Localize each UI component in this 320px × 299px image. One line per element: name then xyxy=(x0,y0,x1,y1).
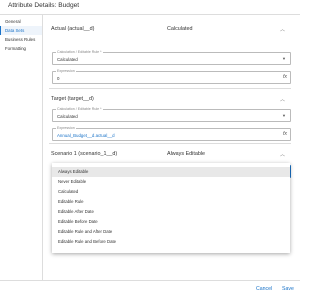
section-status: Calculated xyxy=(167,26,193,32)
rule-select-target[interactable]: Calculation / Editable Rule * Calculated… xyxy=(52,107,291,122)
section-scenario-header[interactable]: Scenario 1 (scenario_1__d) Always Editab… xyxy=(49,150,291,162)
divider xyxy=(49,143,291,144)
fx-icon[interactable]: fx xyxy=(283,131,287,137)
rule-select-actual[interactable]: Calculation / Editable Rule * Calculated… xyxy=(52,50,291,65)
chevron-up-icon[interactable]: ︿ xyxy=(280,96,285,103)
fx-icon[interactable]: fx xyxy=(283,74,287,80)
field-value: Annual_Budget__d.actual__d xyxy=(57,132,115,138)
sidebar-item-data-sets[interactable]: Data Sets xyxy=(0,26,42,35)
section-status: Always Editable xyxy=(167,151,206,157)
section-target-header[interactable]: Target (target__d) ︿ xyxy=(49,95,291,107)
field-label: Calculation / Editable Rule * xyxy=(56,107,103,112)
option-always-editable[interactable]: Always Editable xyxy=(52,167,290,177)
sidebar-item-general[interactable]: General xyxy=(0,17,42,26)
field-label: Calculation / Editable Rule * xyxy=(56,50,103,55)
field-value: Calculated xyxy=(57,56,78,62)
expression-field-target[interactable]: Expression Annual_Budget__d.actual__d fx xyxy=(52,126,291,141)
cancel-button[interactable]: Cancel xyxy=(256,286,272,292)
option-editable-before-date[interactable]: Editable Before Date xyxy=(52,217,290,227)
section-title: Target (target__d) xyxy=(51,96,94,102)
section-title: Actual (actual__d) xyxy=(51,26,95,32)
option-editable-rule-and-before-date[interactable]: Editable Rule and Before Date xyxy=(52,237,290,247)
save-button[interactable]: Save xyxy=(282,286,294,292)
option-editable-rule[interactable]: Editable Rule xyxy=(52,197,290,207)
dialog-title: Attribute Details: Budget xyxy=(8,2,80,9)
field-label: Expression xyxy=(56,69,76,74)
field-value: 0 xyxy=(57,75,60,81)
sidebar-item-formatting[interactable]: Formatting xyxy=(0,44,42,53)
section-title: Scenario 1 (scenario_1__d) xyxy=(51,151,118,157)
expression-field-actual[interactable]: Expression 0 fx xyxy=(52,69,291,84)
option-editable-rule-and-after-date[interactable]: Editable Rule and After Date xyxy=(52,227,290,237)
field-label: Expression xyxy=(56,126,76,131)
sidebar-item-business-rules[interactable]: Business Rules xyxy=(0,35,42,44)
rule-dropdown-menu: Always Editable Never Editable Calculate… xyxy=(52,163,290,253)
dialog-footer: Cancel Save xyxy=(0,280,300,299)
option-calculated[interactable]: Calculated xyxy=(52,187,290,197)
section-actual-header[interactable]: Actual (actual__d) Calculated ︿ xyxy=(49,25,291,37)
chevron-up-icon[interactable]: ︿ xyxy=(280,26,285,33)
chevron-up-icon[interactable]: ︿ xyxy=(280,151,285,158)
field-value: Calculated xyxy=(57,113,78,119)
option-editable-after-date[interactable]: Editable After Date xyxy=(52,207,290,217)
divider xyxy=(49,88,291,89)
dialog-title-bar: Attribute Details: Budget xyxy=(0,0,300,15)
sidebar: General Data Sets Business Rules Formatt… xyxy=(0,15,43,280)
caret-down-icon: ▼ xyxy=(282,56,286,61)
caret-down-icon: ▼ xyxy=(282,113,286,118)
option-never-editable[interactable]: Never Editable xyxy=(52,177,290,187)
